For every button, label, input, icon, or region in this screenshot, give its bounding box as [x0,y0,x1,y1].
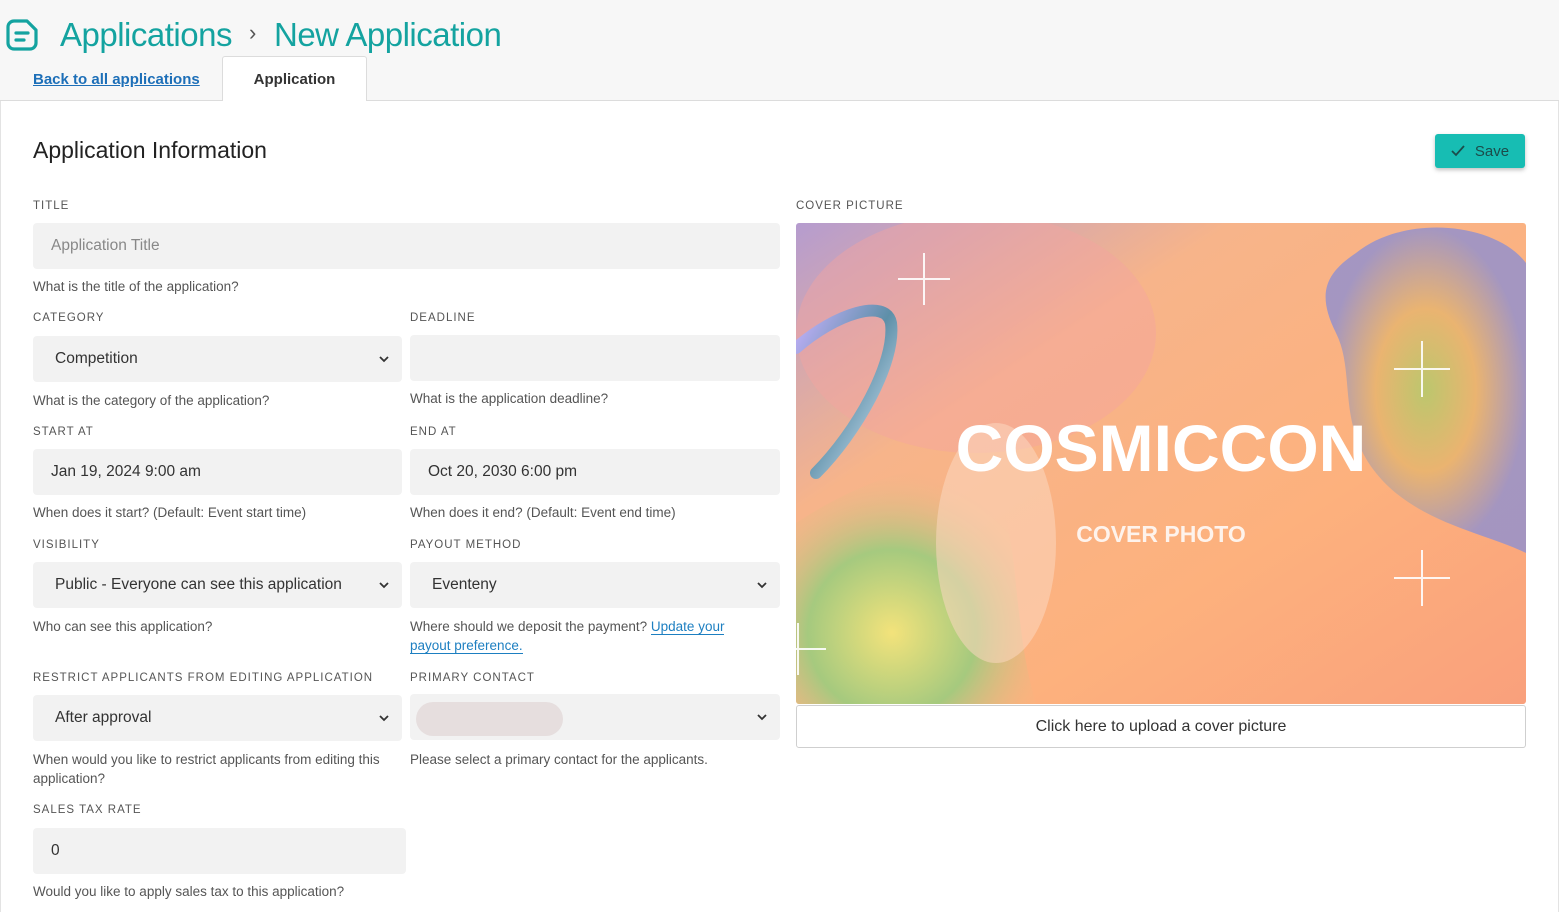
chevron-down-icon [757,582,767,589]
chevron-down-icon [379,582,389,589]
start-at-help: When does it start? (Default: Event star… [33,505,307,520]
category-label: CATEGORY [33,312,105,324]
payout-value: Eventeny [432,576,497,593]
title-label: TITLE [33,200,70,212]
deadline-help: What is the application deadline? [410,391,609,406]
deadline-label: DEADLINE [410,312,476,324]
tab-application[interactable]: Application [222,56,367,102]
restrict-value: After approval [55,709,152,726]
breadcrumb-applications[interactable]: Applications [60,16,232,54]
check-icon [1451,145,1465,157]
title-input[interactable]: Application Title [33,223,780,269]
end-at-label: END AT [410,426,457,438]
save-button[interactable]: Save [1435,134,1525,168]
section-title: Application Information [33,137,267,163]
restrict-label: RESTRICT APPLICANTS FROM EDITING APPLICA… [33,672,374,684]
cover-subtitle-text: COVER PHOTO [1076,521,1246,547]
end-at-help: When does it end? (Default: Event end ti… [410,505,676,520]
primary-contact-label: PRIMARY CONTACT [410,672,535,684]
visibility-value: Public - Everyone can see this applicati… [55,576,342,593]
visibility-label: VISIBILITY [33,539,100,551]
page-header: Applications › New Application Back to a… [0,0,1559,102]
payout-label: PAYOUT METHOD [410,539,522,551]
visibility-select[interactable]: Public - Everyone can see this applicati… [33,562,402,608]
payout-help: Where should we deposit the payment? Upd… [410,617,750,655]
cover-art: COSMICCON COVER PHOTO [796,223,1526,704]
back-to-applications-link[interactable]: Back to all applications [33,71,200,88]
sales-tax-input[interactable]: 0 [33,828,406,874]
category-select[interactable]: Competition [33,336,402,382]
primary-contact-avatar [416,702,563,736]
title-help: What is the title of the application? [33,279,239,294]
breadcrumb-current: New Application [274,16,502,53]
sales-tax-help: Would you like to apply sales tax to thi… [33,884,345,899]
visibility-help: Who can see this application? [33,619,213,634]
breadcrumb-separator-icon: › [249,20,256,45]
start-at-input[interactable]: Jan 19, 2024 9:00 am [33,449,402,495]
cover-image: COSMICCON COVER PHOTO [796,223,1526,704]
save-button-label: Save [1474,142,1510,160]
deadline-input[interactable] [410,335,780,381]
upload-cover-button[interactable]: Click here to upload a cover picture [796,705,1526,748]
restrict-select[interactable]: After approval [33,695,402,741]
category-value: Competition [55,350,138,367]
end-at-input[interactable]: Oct 20, 2030 6:00 pm [410,449,780,495]
payout-help-text: Where should we deposit the payment? [410,619,648,634]
sales-tax-label: SALES TAX RATE [33,804,142,816]
primary-contact-select[interactable] [410,694,780,740]
category-help: What is the category of the application? [33,393,270,408]
chevron-down-icon [379,356,389,363]
restrict-help: When would you like to restrict applican… [33,752,380,786]
primary-contact-help: Please select a primary contact for the … [410,752,708,767]
cover-picture-label: COVER PICTURE [796,200,904,212]
chevron-down-icon [379,715,389,722]
chevron-down-icon [757,714,767,721]
app-logo-icon [6,19,38,51]
start-at-label: START AT [33,426,94,438]
cover-title-text: COSMICCON [956,411,1367,485]
payout-select[interactable]: Eventeny [410,562,780,608]
